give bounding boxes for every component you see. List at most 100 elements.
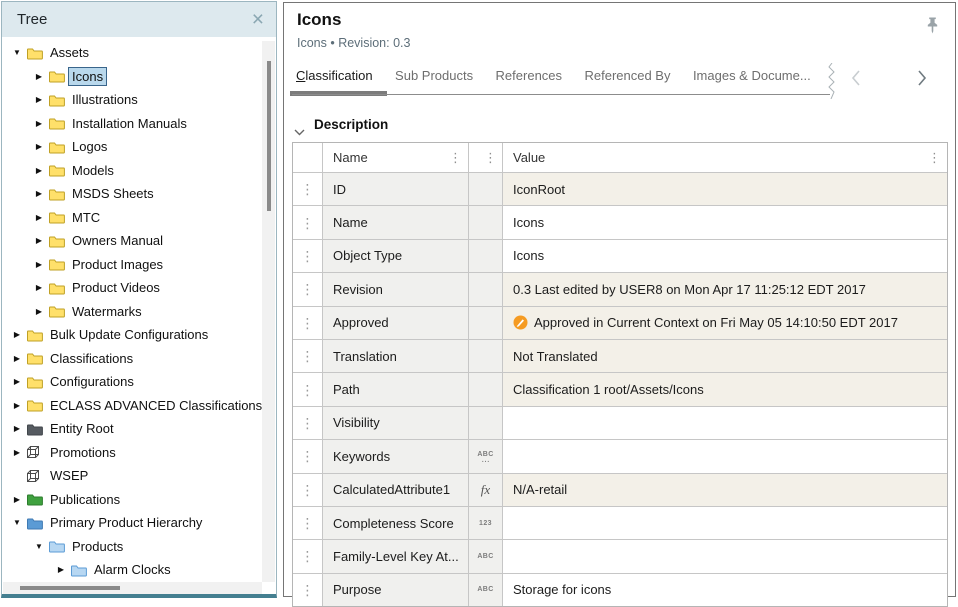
- attribute-name: Family-Level Key At...: [323, 540, 469, 572]
- tree-item[interactable]: Installation Manuals: [2, 112, 262, 136]
- value-column-label: Value: [513, 150, 545, 165]
- expand-arrow-icon[interactable]: [54, 565, 68, 574]
- attribute-type-icon: ABC ... fx 123: [469, 240, 503, 272]
- tab[interactable]: Referenced By: [584, 68, 670, 83]
- tree-item-label: Bulk Update Configurations: [47, 326, 211, 343]
- tree-item[interactable]: Publications: [2, 488, 262, 512]
- row-drag-handle[interactable]: ⋮: [293, 474, 323, 506]
- tree-item[interactable]: MTC: [2, 206, 262, 230]
- tree-item[interactable]: Assets: [2, 41, 262, 65]
- attribute-value[interactable]: Classification 1 root/Assets/Icons: [503, 373, 947, 405]
- tab[interactable]: Images & Docume...: [693, 68, 811, 83]
- tree-item[interactable]: Alarm Clocks: [2, 558, 262, 582]
- expand-arrow-icon[interactable]: [32, 72, 46, 81]
- expand-arrow-icon[interactable]: [32, 166, 46, 175]
- drag-dots-icon: ⋮: [301, 549, 315, 563]
- tree-item-label: Alarm Clocks: [91, 561, 174, 578]
- attribute-value[interactable]: IconRoot: [503, 173, 947, 205]
- expand-arrow-icon[interactable]: [10, 424, 24, 433]
- expand-arrow-icon[interactable]: [32, 260, 46, 269]
- tab[interactable]: References: [496, 68, 562, 83]
- row-drag-handle[interactable]: ⋮: [293, 407, 323, 439]
- row-drag-handle[interactable]: ⋮: [293, 540, 323, 572]
- attribute-value[interactable]: [503, 507, 947, 539]
- tabs-scroll-right-button[interactable]: [916, 69, 928, 92]
- expand-arrow-icon[interactable]: [32, 189, 46, 198]
- tree-horizontal-scrollbar-thumb[interactable]: [20, 586, 120, 590]
- expand-arrow-icon[interactable]: [32, 307, 46, 316]
- pin-icon[interactable]: [926, 17, 939, 39]
- tree-item[interactable]: Products: [2, 535, 262, 559]
- tree-item[interactable]: Classifications: [2, 347, 262, 371]
- tree-item[interactable]: ECLASS ADVANCED Classifications: [2, 394, 262, 418]
- row-drag-handle[interactable]: ⋮: [293, 173, 323, 205]
- expand-arrow-icon[interactable]: [10, 518, 24, 527]
- tree-item[interactable]: Logos: [2, 135, 262, 159]
- expand-arrow-icon[interactable]: [32, 119, 46, 128]
- attribute-name: CalculatedAttribute1: [323, 474, 469, 506]
- expand-arrow-icon[interactable]: [32, 213, 46, 222]
- expand-arrow-icon[interactable]: [10, 48, 24, 57]
- row-drag-handle[interactable]: ⋮: [293, 373, 323, 405]
- row-drag-handle[interactable]: ⋮: [293, 273, 323, 305]
- tree-item[interactable]: Watermarks: [2, 300, 262, 324]
- expand-arrow-icon[interactable]: [10, 330, 24, 339]
- attribute-value[interactable]: Approved in Current Context on Fri May 0…: [503, 307, 947, 339]
- attribute-value[interactable]: Not Translated: [503, 340, 947, 372]
- tree-item[interactable]: Product Videos: [2, 276, 262, 300]
- tabs-scroll-left-button[interactable]: [850, 69, 862, 92]
- tree-item[interactable]: MSDS Sheets: [2, 182, 262, 206]
- expand-arrow-icon[interactable]: [10, 495, 24, 504]
- table-header-row: Name ⋮ ⋮ Value ⋮: [293, 143, 947, 173]
- attribute-value[interactable]: Storage for icons: [503, 574, 947, 606]
- tree-item[interactable]: Models: [2, 159, 262, 183]
- tree-item[interactable]: Bulk Update Configurations: [2, 323, 262, 347]
- expand-arrow-icon[interactable]: [32, 542, 46, 551]
- tree-item[interactable]: WSEP: [2, 464, 262, 488]
- expand-arrow-icon[interactable]: [32, 142, 46, 151]
- tree-item-label: Primary Product Hierarchy: [47, 514, 205, 531]
- tab[interactable]: Classification: [296, 68, 373, 83]
- attribute-value[interactable]: Icons: [503, 240, 947, 272]
- expand-arrow-icon[interactable]: [32, 236, 46, 245]
- tab[interactable]: Sub Products: [395, 68, 473, 83]
- expand-arrow-icon[interactable]: [10, 354, 24, 363]
- attribute-value[interactable]: [503, 440, 947, 472]
- attribute-value[interactable]: [503, 407, 947, 439]
- row-drag-handle[interactable]: ⋮: [293, 307, 323, 339]
- column-menu-icon[interactable]: ⋮: [928, 150, 941, 166]
- section-collapse-icon[interactable]: [294, 123, 305, 141]
- attribute-value[interactable]: N/A-retail: [503, 474, 947, 506]
- column-menu-icon[interactable]: ⋮: [484, 150, 497, 166]
- tree-item[interactable]: Illustrations: [2, 88, 262, 112]
- attribute-value[interactable]: 0.3 Last edited by USER8 on Mon Apr 17 1…: [503, 273, 947, 305]
- drag-dots-icon: ⋮: [301, 383, 315, 397]
- tree-item[interactable]: Configurations: [2, 370, 262, 394]
- attribute-value-text: IconRoot: [513, 182, 565, 197]
- attribute-value-text: Not Translated: [513, 349, 598, 364]
- row-drag-handle[interactable]: ⋮: [293, 240, 323, 272]
- drag-dots-icon: ⋮: [301, 416, 315, 430]
- row-drag-handle[interactable]: ⋮: [293, 507, 323, 539]
- row-drag-handle[interactable]: ⋮: [293, 574, 323, 606]
- row-drag-handle[interactable]: ⋮: [293, 206, 323, 238]
- tree-item[interactable]: Entity Root: [2, 417, 262, 441]
- row-drag-handle[interactable]: ⋮: [293, 340, 323, 372]
- expand-arrow-icon[interactable]: [10, 377, 24, 386]
- close-icon[interactable]: ×: [252, 9, 264, 30]
- attribute-value[interactable]: Icons: [503, 206, 947, 238]
- expand-arrow-icon[interactable]: [10, 401, 24, 410]
- attribute-value[interactable]: [503, 540, 947, 572]
- expand-arrow-icon[interactable]: [32, 283, 46, 292]
- expand-arrow-icon[interactable]: [10, 448, 24, 457]
- tree-vertical-scrollbar-thumb[interactable]: [267, 61, 271, 211]
- tree-item-label: Illustrations: [69, 91, 141, 108]
- row-drag-handle[interactable]: ⋮: [293, 440, 323, 472]
- tree-item[interactable]: Primary Product Hierarchy: [2, 511, 262, 535]
- tree-item[interactable]: Product Images: [2, 253, 262, 277]
- tree-item[interactable]: Icons: [2, 65, 262, 89]
- tree-item[interactable]: Owners Manual: [2, 229, 262, 253]
- tree-item[interactable]: Promotions: [2, 441, 262, 465]
- expand-arrow-icon[interactable]: [32, 95, 46, 104]
- column-menu-icon[interactable]: ⋮: [449, 150, 462, 166]
